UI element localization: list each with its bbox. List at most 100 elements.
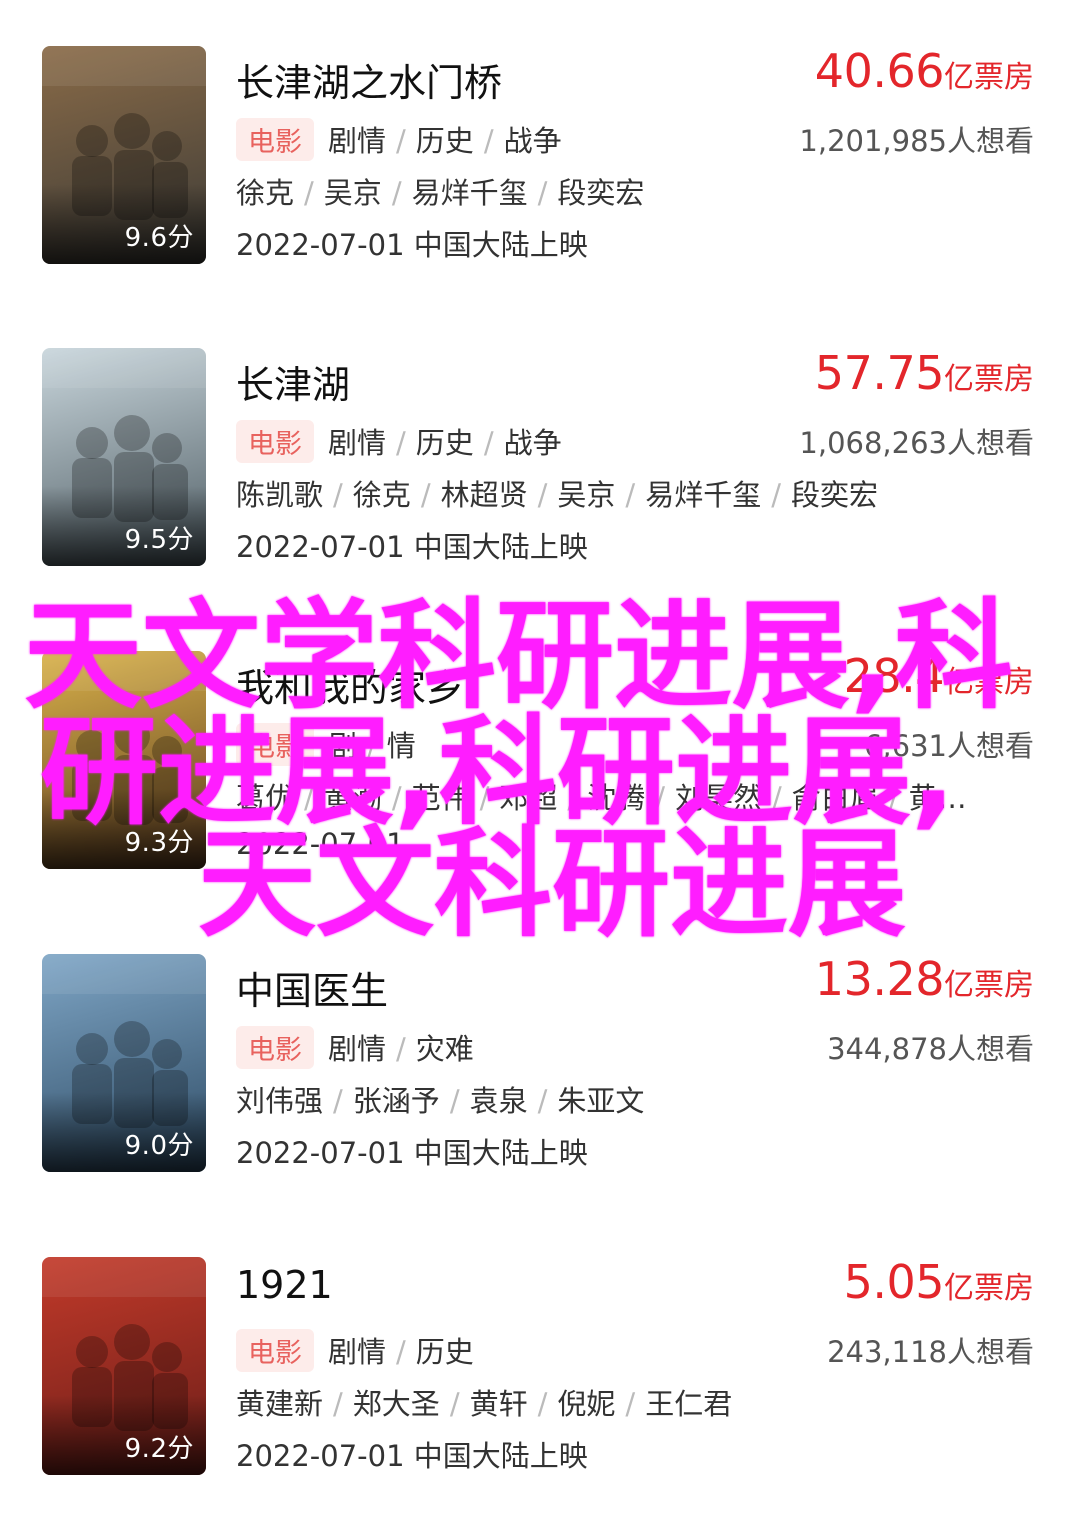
cast-line: 徐克 / 吴京 / 易烊千玺 / 段奕宏 xyxy=(236,170,644,212)
cast-member: 刘伟强 xyxy=(236,1084,324,1118)
genre-item: 战争 xyxy=(503,124,562,158)
movie-title[interactable]: 中国医生 xyxy=(236,960,388,1015)
box-office: 28.4亿票房 xyxy=(844,649,1034,703)
cast-line: 陈凯歌 / 徐克 / 林超贤 / 吴京 / 易烊千玺 / 段奕宏 xyxy=(236,472,878,514)
box-office-value: 5.05 xyxy=(843,1255,945,1309)
cast-line: 葛优 / 黄渤 / 范伟 / 邓超 / 沈腾 / 刘昊然 / 俞白眉 / 黄… xyxy=(236,775,967,817)
rating-score: 9.6分 xyxy=(124,223,194,253)
cast-member: 郑大圣 xyxy=(352,1387,440,1421)
genre-item: 灾难 xyxy=(415,1032,474,1066)
cast-member: 徐克 xyxy=(352,478,411,512)
cast-line: 刘伟强 / 张涵予 / 袁泉 / 朱亚文 xyxy=(236,1078,644,1120)
separator: / xyxy=(333,1084,343,1118)
want-to-see-count: 1,068,263人想看 xyxy=(799,426,1034,460)
rating-score: 9.0分 xyxy=(124,1131,194,1161)
movie-row[interactable]: 9.3分 我和我的家乡 28.4亿票房 6,631人想看 电影剧 / 情葛优 / 黄渤 / 范伟 / 邓… xyxy=(0,605,1080,907)
separator: / xyxy=(772,781,782,815)
separator: / xyxy=(483,124,494,158)
separator: / xyxy=(655,781,665,815)
separator: / xyxy=(420,478,431,512)
separator: / xyxy=(396,426,406,460)
separator: / xyxy=(367,729,377,763)
separator: / xyxy=(449,1387,460,1421)
movie-row[interactable]: 9.2分 1921 5.05亿票房 243,118人想看 电影 剧情 / 历史 黄建新 / 郑大圣 /… xyxy=(0,1211,1080,1513)
movie-poster[interactable]: 9.2分 xyxy=(42,1257,206,1475)
cast-member: 易烊千玺 xyxy=(411,176,528,210)
release-date: 2022-07-01 xyxy=(236,827,405,861)
cast-member: 易烊千玺 xyxy=(645,478,762,512)
movie-poster[interactable]: 9.3分 xyxy=(42,651,206,869)
box-office: 5.05亿票房 xyxy=(844,1255,1034,1309)
cast-member: 黄建新 xyxy=(236,1387,324,1421)
cast-member: 黄… xyxy=(908,781,967,815)
cast-member: 林超贤 xyxy=(440,478,528,512)
cast-member: 黄轩 xyxy=(469,1387,528,1421)
box-office-unit: 亿票房 xyxy=(944,1271,1034,1306)
cast-member: 刘昊然 xyxy=(674,781,762,815)
cast-member: 俞白眉 xyxy=(791,781,879,815)
separator: / xyxy=(449,1084,460,1118)
genre-item: 剧 xyxy=(328,729,358,763)
separator: / xyxy=(888,781,899,815)
type-badge: 电影 xyxy=(236,1329,314,1372)
box-office: 13.28亿票房 xyxy=(815,952,1034,1006)
cast-member: 邓超 xyxy=(499,781,558,815)
want-to-see-count: 344,878人想看 xyxy=(827,1032,1034,1066)
box-office-value: 28.4 xyxy=(843,649,945,703)
rating-score: 9.5分 xyxy=(124,525,194,555)
cast-member: 徐克 xyxy=(236,176,295,210)
cast-member: 段奕宏 xyxy=(557,176,645,210)
separator: / xyxy=(333,1387,343,1421)
movie-row[interactable]: 9.6分 长津湖之水门桥 40.66亿票房 1,201,985人想看 电影 剧情 / 历史 / 战… xyxy=(0,0,1080,302)
genre-item: 剧情 xyxy=(328,1032,387,1066)
genre-line: 电影剧 / 情 xyxy=(236,723,416,766)
movie-title[interactable]: 我和我的家乡 xyxy=(236,657,464,712)
cast-member: 陈凯歌 xyxy=(236,478,324,512)
movie-title[interactable]: 1921 xyxy=(236,1263,333,1307)
cast-member: 范伟 xyxy=(411,781,470,815)
release-date: 2022-07-01 中国大陆上映 xyxy=(236,530,588,564)
genre-item: 战争 xyxy=(503,426,562,460)
box-office-unit: 亿票房 xyxy=(944,665,1034,700)
separator: / xyxy=(625,478,636,512)
box-office-value: 13.28 xyxy=(814,952,945,1006)
movie-list: 9.6分 长津湖之水门桥 40.66亿票房 1,201,985人想看 电影 剧情 / 历史 / 战… xyxy=(0,0,1080,1520)
want-to-see-count: 1,201,985人想看 xyxy=(799,124,1034,158)
rating-score: 9.2分 xyxy=(124,1434,194,1464)
separator: / xyxy=(771,478,781,512)
movie-poster[interactable]: 9.6分 xyxy=(42,46,206,264)
movie-row[interactable]: 9.5分 长津湖 57.75亿票房 1,068,263人想看 电影 剧情 / 历史 / 战争 陈凯歌… xyxy=(0,302,1080,604)
movie-row[interactable]: 9.0分 中国医生 13.28亿票房 344,878人想看 电影 剧情 / 灾难刘伟强 / 张涵予… xyxy=(0,908,1080,1210)
separator: / xyxy=(396,124,406,158)
genre-item: 历史 xyxy=(415,426,474,460)
release-date: 2022-07-01 中国大陆上映 xyxy=(236,1136,588,1170)
box-office: 57.75亿票房 xyxy=(815,346,1034,400)
cast-member: 吴京 xyxy=(323,176,382,210)
genre-line: 电影 剧情 / 历史 / 战争 xyxy=(236,118,562,161)
separator: / xyxy=(304,781,314,815)
box-office-value: 57.75 xyxy=(814,346,945,400)
separator: / xyxy=(479,781,490,815)
movie-title[interactable]: 长津湖 xyxy=(236,354,350,409)
separator: / xyxy=(304,176,314,210)
movie-poster[interactable]: 9.0分 xyxy=(42,954,206,1172)
separator: / xyxy=(391,781,402,815)
genre-item: 历史 xyxy=(415,1335,474,1369)
separator: / xyxy=(567,781,578,815)
cast-member: 段奕宏 xyxy=(790,478,878,512)
separator: / xyxy=(537,478,548,512)
cast-member: 张涵予 xyxy=(352,1084,440,1118)
separator: / xyxy=(333,478,343,512)
genre-line: 电影 剧情 / 历史 / 战争 xyxy=(236,420,562,463)
cast-member: 黄渤 xyxy=(323,781,382,815)
cast-member: 葛优 xyxy=(236,781,295,815)
cast-line: 黄建新 / 郑大圣 / 黄轩 / 倪妮 / 王仁君 xyxy=(236,1381,732,1423)
movie-title[interactable]: 长津湖之水门桥 xyxy=(236,52,502,107)
cast-member: 王仁君 xyxy=(645,1387,733,1421)
genre-line: 电影 剧情 / 灾难 xyxy=(236,1026,474,1069)
separator: / xyxy=(396,1335,406,1369)
box-office-unit: 亿票房 xyxy=(944,968,1034,1003)
movie-poster[interactable]: 9.5分 xyxy=(42,348,206,566)
genre-item: 剧情 xyxy=(328,426,387,460)
cast-member: 吴京 xyxy=(557,478,616,512)
